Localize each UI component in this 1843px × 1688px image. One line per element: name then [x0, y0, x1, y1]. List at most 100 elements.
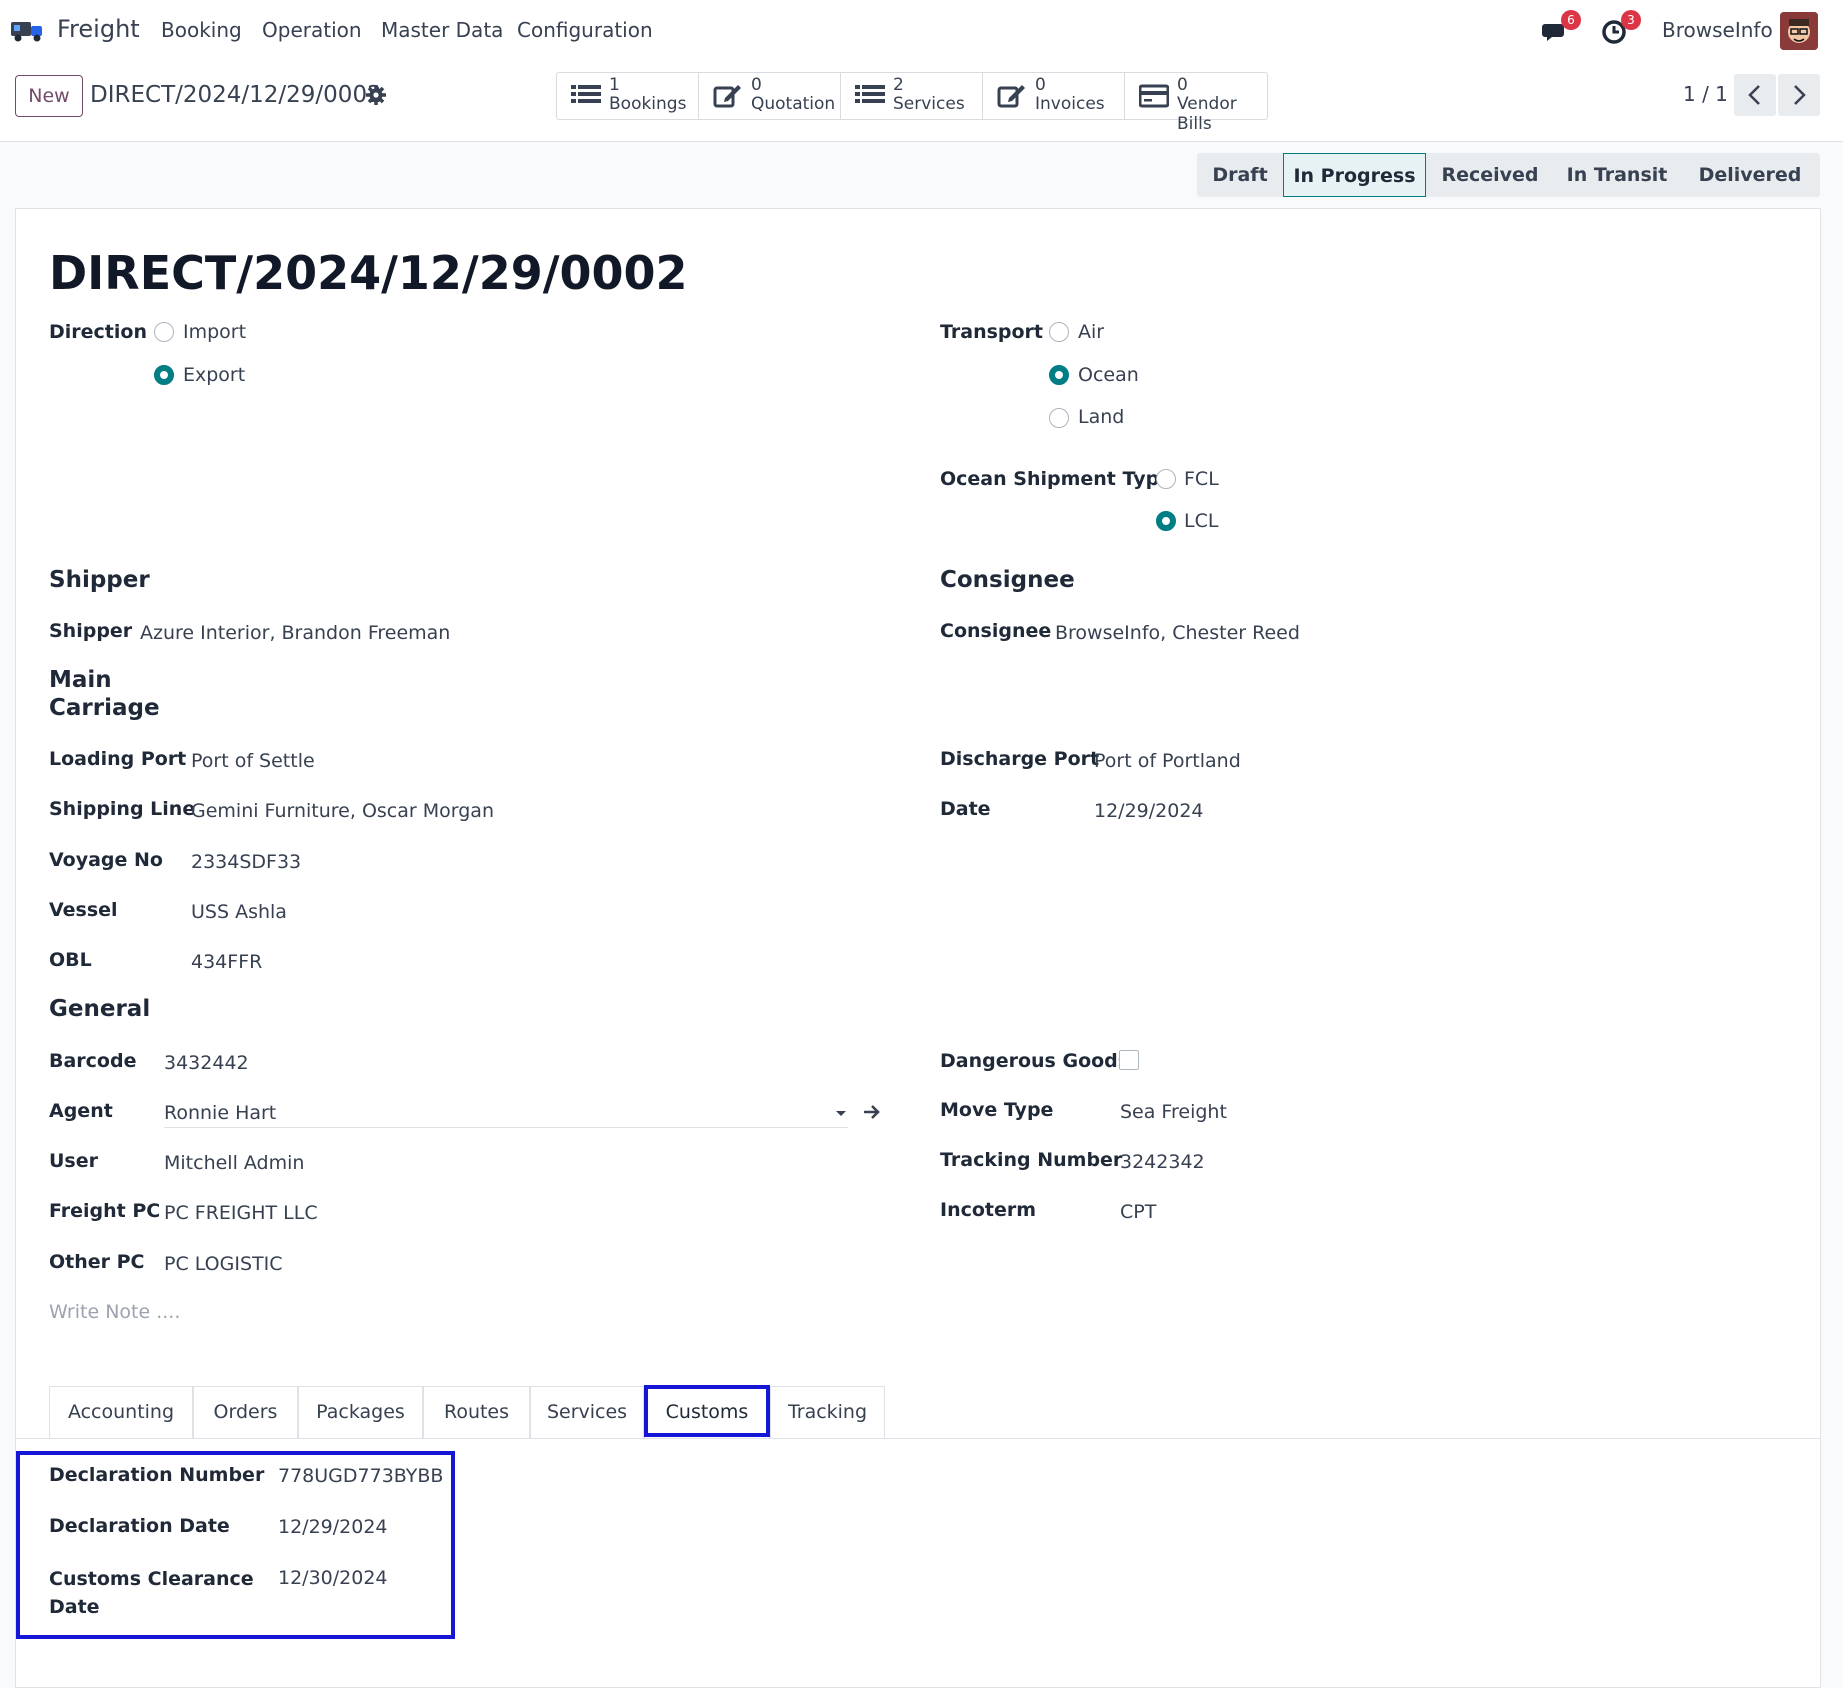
tab-tracking[interactable]: Tracking	[770, 1386, 885, 1438]
activities-badge: 3	[1621, 10, 1641, 30]
new-button[interactable]: New	[15, 75, 83, 117]
declaration-date-label: Declaration Date	[49, 1515, 230, 1537]
discharge-port-value[interactable]: Port of Portland	[1094, 750, 1241, 772]
agent-input[interactable]: Ronnie Hart	[164, 1102, 276, 1124]
tab-packages[interactable]: Packages	[298, 1386, 423, 1438]
pager-value[interactable]: 1 / 1	[1683, 82, 1728, 106]
direction-export-radio[interactable]	[154, 365, 174, 385]
shipper-label: Shipper	[49, 620, 133, 642]
bookings-smart-button[interactable]: 1 Bookings	[557, 73, 699, 119]
app-name[interactable]: Freight	[57, 15, 140, 43]
shipment-lcl-radio[interactable]	[1156, 511, 1176, 531]
consignee-value[interactable]: BrowseInfo, Chester Reed	[1055, 622, 1300, 644]
pager-next-button[interactable]	[1778, 74, 1820, 116]
consignee-section-title: Consignee	[940, 567, 1075, 593]
menu-configuration[interactable]: Configuration	[517, 18, 653, 42]
ocean-shipment-type-label: Ocean Shipment Type	[940, 468, 1173, 490]
voyage-no-value[interactable]: 2334SDF33	[191, 851, 301, 873]
vendor-bills-smart-button[interactable]: 0 Vendor Bills	[1125, 73, 1267, 134]
customs-clearance-date-label: Customs Clearance Date	[49, 1565, 254, 1621]
agent-label: Agent	[49, 1100, 113, 1122]
invoices-label: Invoices	[1035, 94, 1105, 114]
chevron-left-icon	[1748, 85, 1760, 105]
activities-button[interactable]: 3	[1601, 10, 1641, 46]
transport-land-radio[interactable]	[1049, 408, 1069, 428]
quotation-smart-button[interactable]: 0 Quotation	[699, 73, 841, 119]
incoterm-value[interactable]: CPT	[1120, 1201, 1156, 1223]
shipment-fcl-label[interactable]: FCL	[1184, 468, 1219, 490]
dropdown-caret-icon[interactable]	[835, 1107, 847, 1119]
declaration-number-value[interactable]: 778UGD773BYBB	[278, 1465, 443, 1487]
transport-air-radio[interactable]	[1049, 322, 1069, 342]
user-menu-name[interactable]: BrowseInfo	[1662, 18, 1773, 42]
shipping-line-value[interactable]: Gemini Furniture, Oscar Morgan	[191, 800, 494, 822]
shipper-value[interactable]: Azure Interior, Brandon Freeman	[140, 622, 450, 644]
dangerous-goods-checkbox[interactable]	[1119, 1050, 1139, 1070]
transport-land-label[interactable]: Land	[1078, 406, 1124, 428]
date-value[interactable]: 12/29/2024	[1094, 800, 1204, 822]
stage-delivered[interactable]: Delivered	[1680, 153, 1820, 197]
freight-truck-icon[interactable]	[10, 16, 46, 44]
arrow-right-icon[interactable]	[862, 1102, 882, 1122]
direction-label: Direction	[49, 321, 147, 343]
shipper-section-title: Shipper	[49, 567, 150, 593]
declaration-number-label: Declaration Number	[49, 1464, 265, 1486]
record-title[interactable]: DIRECT/2024/12/29/0002	[49, 246, 688, 300]
breadcrumb-record-name: DIRECT/2024/12/29/0002	[90, 82, 382, 108]
voyage-no-label: Voyage No	[49, 849, 163, 871]
note-input[interactable]: Write Note ....	[49, 1301, 180, 1323]
tab-services[interactable]: Services	[530, 1386, 644, 1438]
transport-air-label[interactable]: Air	[1078, 321, 1104, 343]
tab-routes[interactable]: Routes	[423, 1386, 530, 1438]
avatar[interactable]	[1780, 12, 1818, 50]
direction-import-radio[interactable]	[154, 322, 174, 342]
incoterm-label: Incoterm	[940, 1199, 1037, 1221]
declaration-date-value[interactable]: 12/29/2024	[278, 1516, 388, 1538]
discharge-port-label: Discharge Port	[940, 748, 1100, 770]
user-value[interactable]: Mitchell Admin	[164, 1152, 304, 1174]
messages-button[interactable]: 6	[1541, 10, 1581, 46]
obl-label: OBL	[49, 949, 92, 971]
gear-icon[interactable]	[365, 84, 387, 106]
control-panel: New DIRECT/2024/12/29/0002 1 Bookings 0 …	[0, 60, 1843, 142]
obl-value[interactable]: 434FFR	[191, 951, 262, 973]
move-type-value[interactable]: Sea Freight	[1120, 1101, 1227, 1123]
tab-accounting[interactable]: Accounting	[49, 1386, 193, 1438]
loading-port-label: Loading Port	[49, 748, 187, 770]
menu-operation[interactable]: Operation	[262, 18, 362, 42]
quotation-label: Quotation	[751, 94, 836, 114]
invoices-count: 0	[1035, 75, 1046, 95]
shipment-fcl-radio[interactable]	[1156, 469, 1176, 489]
stage-received[interactable]: Received	[1426, 153, 1554, 197]
pager-previous-button[interactable]	[1734, 74, 1776, 116]
direction-import-label[interactable]: Import	[183, 321, 246, 343]
invoices-smart-button[interactable]: 0 Invoices	[983, 73, 1125, 119]
stage-in-transit[interactable]: In Transit	[1554, 153, 1680, 197]
menu-master-data[interactable]: Master Data	[381, 18, 503, 42]
stage-draft[interactable]: Draft	[1197, 153, 1283, 197]
freight-pc-label: Freight PC	[49, 1200, 161, 1222]
list-icon	[855, 85, 885, 103]
transport-ocean-label[interactable]: Ocean	[1078, 364, 1139, 386]
clearance-label-line2: Date	[49, 1596, 100, 1618]
barcode-value[interactable]: 3432442	[164, 1052, 249, 1074]
tracking-number-value[interactable]: 3242342	[1120, 1151, 1205, 1173]
vessel-value[interactable]: USS Ashla	[191, 901, 287, 923]
tab-customs[interactable]: Customs	[644, 1386, 770, 1438]
freight-pc-value[interactable]: PC FREIGHT LLC	[164, 1202, 318, 1224]
customs-clearance-date-value[interactable]: 12/30/2024	[278, 1567, 388, 1589]
loading-port-value[interactable]: Port of Settle	[191, 750, 315, 772]
services-smart-button[interactable]: 2 Services	[841, 73, 983, 119]
smart-buttons: 1 Bookings 0 Quotation 2 Services 0 Invo…	[556, 72, 1268, 134]
direction-export-label[interactable]: Export	[183, 364, 245, 386]
stage-in-progress[interactable]: In Progress	[1283, 153, 1426, 197]
shipping-line-label: Shipping Line	[49, 798, 196, 820]
shipment-lcl-label[interactable]: LCL	[1184, 510, 1218, 532]
messages-badge: 6	[1561, 10, 1581, 30]
menu-booking[interactable]: Booking	[161, 18, 242, 42]
user-avatar-icon	[1780, 12, 1818, 50]
transport-label: Transport	[940, 321, 1044, 343]
transport-ocean-radio[interactable]	[1049, 365, 1069, 385]
tab-orders[interactable]: Orders	[193, 1386, 298, 1438]
other-pc-value[interactable]: PC LOGISTIC	[164, 1253, 283, 1275]
